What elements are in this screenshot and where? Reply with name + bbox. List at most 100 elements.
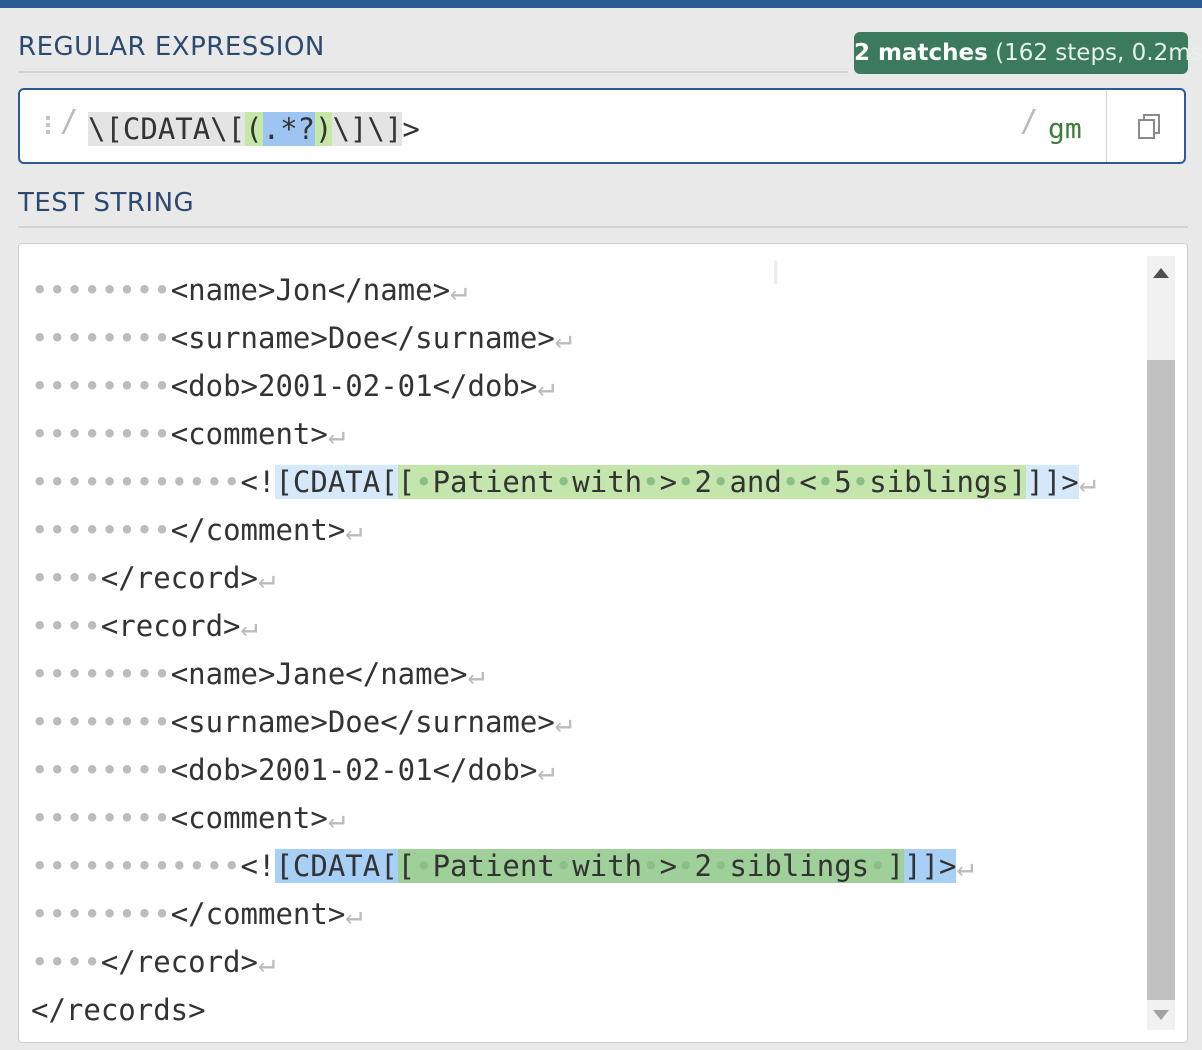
whitespace-marker: •••••••• <box>31 513 171 547</box>
test-string-line: ••••••••••••<![CDATA[[•Patient•with•>•2•… <box>31 849 974 883</box>
regex-token-lazy-quantifier: .*? <box>262 112 315 146</box>
line-text: <comment> <box>170 417 328 451</box>
test-string-line: ••••<record>↵ <box>31 602 1096 650</box>
test-string-line: ••••</record>↵ <box>31 938 1096 986</box>
line-break-icon: ↵ <box>554 705 573 739</box>
whitespace-marker: •••• <box>31 609 101 643</box>
test-string-line: ••••••••<surname>Doe</surname>↵ <box>31 314 1096 362</box>
regex-token-group-open: ( <box>245 112 263 146</box>
test-title-divider <box>18 226 1188 228</box>
whitespace-marker: • <box>415 849 433 883</box>
line-text: <dob>2001-02-01</dob> <box>170 753 538 787</box>
line-text: </comment> <box>170 513 346 547</box>
line-text: <name>Jon</name> <box>170 273 451 307</box>
regex-pattern[interactable]: \[CDATA\[(.*?)\]\]> <box>88 110 420 148</box>
whitespace-marker: •••• <box>31 945 101 979</box>
line-text: </record> <box>100 561 258 595</box>
line-text: <dob>2001-02-01</dob> <box>170 369 538 403</box>
test-string-content[interactable]: ••••••••<name>Jon</name>↵ ••••••••<surnam… <box>31 266 1096 1034</box>
copy-regex-button[interactable] <box>1106 90 1187 162</box>
whitespace-marker: •••••••• <box>31 417 171 451</box>
capture-group-highlight: [•Patient•with•>•2•siblings•] <box>397 849 905 883</box>
line-break-icon: ↵ <box>345 513 363 547</box>
whitespace-marker: • <box>554 465 573 499</box>
line-break-icon: ↵ <box>345 897 363 931</box>
test-string-line: ••••••••<name>Jon</name>↵ <box>31 266 1096 314</box>
whitespace-marker: • <box>415 465 433 499</box>
scroll-up-icon[interactable] <box>1153 268 1169 278</box>
test-string-editor[interactable]: I ••••••••<name>Jon</name>↵ ••••••••<surn… <box>18 243 1188 1043</box>
line-text: <surname>Doe</surname> <box>170 705 555 739</box>
line-break-icon: ↵ <box>956 849 974 883</box>
copy-icon <box>1138 114 1160 139</box>
scroll-down-icon[interactable] <box>1153 1010 1169 1020</box>
line-break-icon: ↵ <box>327 417 346 451</box>
test-string-line: ••••••••••••<![CDATA[[•Patient•with•>•2•… <box>31 465 1097 499</box>
regex-flags[interactable]: gm <box>1048 112 1082 145</box>
regex-token-literal: \]\] <box>332 112 403 146</box>
whitespace-marker: • <box>677 849 695 883</box>
whitespace-marker: •••••••• <box>31 801 171 835</box>
regex-token-char: > <box>402 112 420 146</box>
line-break-icon: ↵ <box>257 561 276 595</box>
line-text: <surname>Doe</surname> <box>170 321 555 355</box>
test-string-section-title: TEST STRING <box>18 188 195 218</box>
regex-section-title: REGULAR EXPRESSION <box>18 32 325 62</box>
regex-input[interactable]: / \[CDATA\[(.*?)\]\]> / gm <box>18 88 1186 164</box>
line-break-icon: ↵ <box>1078 465 1097 499</box>
whitespace-marker: •••••••• <box>31 753 171 787</box>
test-string-line: ••••</record>↵ <box>31 554 1096 602</box>
top-accent-bar <box>0 0 1202 8</box>
whitespace-marker: •••••••• <box>31 657 171 691</box>
test-string-line: ••••••••<comment>↵ <box>31 794 1096 842</box>
test-string-line: </records> <box>31 986 1096 1034</box>
test-string-line: ••••••••<comment>↵ <box>31 410 1096 458</box>
test-string-line: ••••••••</comment>↵ <box>31 890 1096 938</box>
whitespace-marker: •••••••• <box>31 897 171 931</box>
line-text: </comment> <box>170 897 346 931</box>
whitespace-marker: • <box>712 849 730 883</box>
line-break-icon: ↵ <box>327 801 346 835</box>
match-info-badge: 2 matches (162 steps, 0.2ms) <box>854 32 1202 74</box>
test-string-line: ••••••••<name>Jane</name>↵ <box>31 650 1096 698</box>
capture-group-highlight: [•Patient•with•>•2•and•<•5•siblings] <box>397 465 1027 499</box>
whitespace-marker: • <box>642 465 660 499</box>
whitespace-marker: •••••••• <box>31 321 171 355</box>
line-text: </record> <box>100 945 258 979</box>
regex-close-delimiter: / <box>1020 104 1039 139</box>
whitespace-marker: •••••••••••• <box>31 849 241 883</box>
line-break-icon: ↵ <box>537 369 555 403</box>
line-text: <record> <box>100 609 241 643</box>
line-text: <name>Jane</name> <box>170 657 468 691</box>
whitespace-marker: • <box>816 465 835 499</box>
whitespace-marker: •••••••• <box>31 369 171 403</box>
regex-match-highlight: [CDATA[[•Patient•with•>•2•siblings•]]]> <box>275 849 957 883</box>
match-details: (162 steps, 0.2ms) <box>995 40 1202 66</box>
line-break-icon: ↵ <box>450 273 468 307</box>
whitespace-marker: • <box>781 465 800 499</box>
line-break-icon: ↵ <box>240 609 258 643</box>
whitespace-marker: •••• <box>31 561 101 595</box>
line-text: <comment> <box>170 801 328 835</box>
line-break-icon: ↵ <box>554 321 573 355</box>
regex-token-group-close: ) <box>315 112 333 146</box>
whitespace-marker: • <box>554 849 573 883</box>
line-break-icon: ↵ <box>537 753 555 787</box>
test-string-line: ••••••••<surname>Doe</surname>↵ <box>31 698 1096 746</box>
whitespace-marker: •••••••• <box>31 273 171 307</box>
scrollbar[interactable] <box>1147 256 1175 1030</box>
whitespace-marker: • <box>851 465 870 499</box>
whitespace-marker: • <box>677 465 695 499</box>
line-break-icon: ↵ <box>467 657 485 691</box>
regex-match-highlight: [CDATA[[•Patient•with•>•2•and•<•5•siblin… <box>275 465 1079 499</box>
drag-handle-icon[interactable] <box>46 116 50 137</box>
whitespace-marker: • <box>642 849 660 883</box>
line-break-icon: ↵ <box>257 945 276 979</box>
match-count: 2 matches <box>854 40 988 66</box>
regex-token-literal: \[CDATA\[ <box>88 112 246 146</box>
regex-title-divider <box>18 71 848 73</box>
scrollbar-thumb[interactable] <box>1147 360 1175 1000</box>
regex-open-delimiter: / <box>60 104 79 139</box>
whitespace-marker: •••••••••••• <box>31 465 241 499</box>
whitespace-marker: • <box>869 849 887 883</box>
